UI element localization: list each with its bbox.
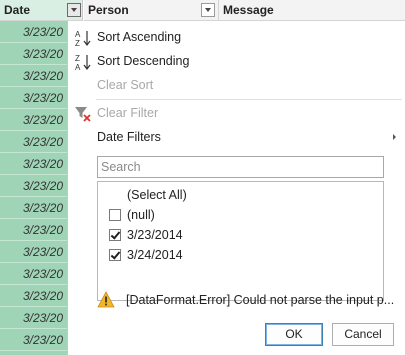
menu-item-label: Sort Ascending — [97, 30, 182, 44]
date-cell[interactable]: 3/23/20 — [0, 65, 67, 87]
menu-item-clear-filter[interactable]: Clear Filter — [68, 101, 405, 125]
list-item-label: (Select All) — [127, 188, 187, 202]
list-item-label: 3/24/2014 — [127, 248, 183, 262]
search-input[interactable] — [101, 158, 381, 176]
svg-text:Z: Z — [75, 54, 80, 63]
menu-item-sort-ascending[interactable]: A Z Sort Ascending — [68, 25, 405, 49]
column-header-message[interactable]: Message — [219, 0, 405, 21]
column-header-label: Person — [88, 3, 129, 17]
column-header-date[interactable]: Date — [0, 0, 83, 21]
column-filter-dropdown-button[interactable] — [201, 3, 215, 17]
date-cell[interactable]: 3/23/20 — [0, 109, 67, 131]
date-cell[interactable]: 3/23/20 — [0, 219, 67, 241]
cancel-button[interactable]: Cancel — [332, 323, 394, 346]
list-item-label: 3/23/2014 — [127, 228, 183, 242]
list-item-null[interactable]: (null) — [98, 205, 383, 225]
filter-values-list[interactable]: (Select All) (null) 3/23/2014 3/24/2014 — [97, 181, 384, 301]
date-cell[interactable]: 3/23/20 — [0, 175, 67, 197]
clear-filter-icon — [75, 107, 91, 122]
date-cell[interactable]: 3/23/20 — [0, 197, 67, 219]
menu-item-label: Date Filters — [97, 130, 161, 144]
menu-item-label: Clear Sort — [97, 78, 154, 92]
checkbox[interactable] — [109, 229, 121, 241]
sort-ascending-icon: A Z — [75, 30, 91, 47]
column-header-person[interactable]: Person — [84, 0, 219, 21]
sort-descending-icon: Z A — [75, 54, 91, 71]
list-item-select-all[interactable]: (Select All) — [98, 185, 383, 205]
date-cell[interactable]: 3/23/20 — [0, 241, 67, 263]
date-cell[interactable]: 3/23/20 — [0, 285, 67, 307]
error-message: [DataFormat.Error] Could not parse the i… — [97, 289, 397, 311]
submenu-arrow-icon — [393, 134, 396, 140]
date-cell[interactable]: 3/23/20 — [0, 329, 67, 351]
warning-icon — [97, 291, 115, 308]
checkmark-icon — [110, 229, 121, 240]
error-message-text: [DataFormat.Error] Could not parse the i… — [126, 293, 395, 307]
search-box[interactable] — [97, 156, 384, 178]
svg-text:A: A — [75, 30, 81, 39]
checkbox[interactable] — [109, 209, 121, 221]
date-cell[interactable]: 3/23/20 — [0, 307, 67, 329]
menu-item-date-filters[interactable]: Date Filters — [68, 125, 405, 149]
menu-item-clear-sort[interactable]: Clear Sort — [68, 73, 405, 97]
column-header-label: Date — [4, 3, 31, 17]
svg-text:A: A — [75, 63, 81, 71]
list-item-label: (null) — [127, 208, 155, 222]
date-column[interactable]: 3/23/20 3/23/20 3/23/20 3/23/20 3/23/20 3/23/… — [0, 21, 67, 355]
filter-dropdown-menu: A Z Sort Ascending Z A Sort Descending C… — [67, 21, 405, 355]
menu-item-label: Sort Descending — [97, 54, 190, 68]
svg-text:Z: Z — [75, 39, 80, 47]
ok-button[interactable]: OK — [265, 323, 323, 346]
checkbox[interactable] — [109, 249, 121, 261]
date-cell[interactable]: 3/23/20 — [0, 263, 67, 285]
menu-item-label: Clear Filter — [97, 106, 159, 120]
menu-item-sort-descending[interactable]: Z A Sort Descending — [68, 49, 405, 73]
column-filter-dropdown-button[interactable] — [67, 3, 81, 17]
column-header-label: Message — [223, 3, 274, 17]
date-cell[interactable]: 3/23/20 — [0, 21, 67, 43]
date-cell[interactable]: 3/23/20 — [0, 153, 67, 175]
date-cell[interactable]: 3/23/20 — [0, 131, 67, 153]
date-cell[interactable]: 3/23/20 — [0, 43, 67, 65]
list-item-date[interactable]: 3/23/2014 — [98, 225, 383, 245]
date-cell[interactable]: 3/23/20 — [0, 87, 67, 109]
list-item-date[interactable]: 3/24/2014 — [98, 245, 383, 265]
checkmark-icon — [110, 249, 121, 260]
menu-separator — [96, 99, 402, 100]
